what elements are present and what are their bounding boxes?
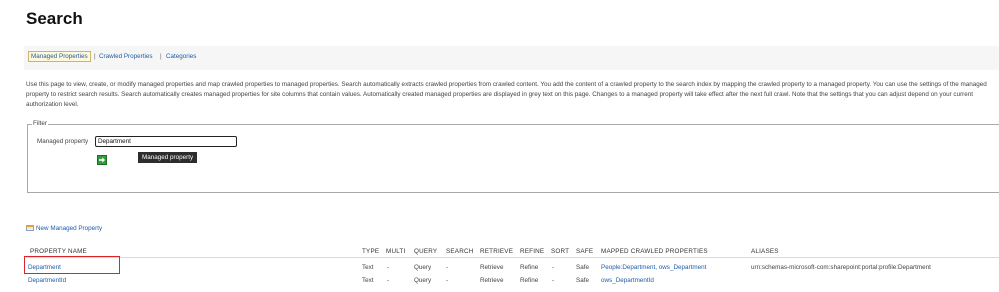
column-header-mapped-crawled-properties: MAPPED CRAWLED PROPERTIES (601, 248, 708, 255)
cell-refine: Refine (520, 264, 539, 271)
column-header-search: SEARCH (446, 248, 474, 255)
managed-property-tooltip: Managed property (138, 152, 198, 163)
tab-categories[interactable]: Categories (166, 53, 196, 60)
cell-type: Text (362, 264, 374, 271)
new-managed-property-label: New Managed Property (36, 225, 103, 232)
tab-separator: | (94, 53, 96, 60)
cell-sort: - (552, 277, 555, 284)
property-name-link[interactable]: DepartmentId (28, 277, 66, 284)
cell-query: Query (414, 264, 432, 271)
cell-multi: - (387, 277, 390, 284)
page-description: Use this page to view, create, or modify… (26, 81, 987, 108)
filter-legend: Filter (32, 120, 48, 127)
page-title: Search (26, 9, 83, 28)
cell-search: - (446, 277, 449, 284)
column-header-refine: REFINE (520, 248, 545, 255)
column-header-type: TYPE (362, 248, 380, 255)
cell-safe: Safe (576, 264, 589, 271)
tab-managed-properties[interactable]: Managed Properties (28, 51, 91, 62)
column-header-aliases: ALIASES (751, 248, 779, 255)
cell-safe: Safe (576, 277, 589, 284)
tab-separator: | (160, 53, 162, 60)
table-header-divider (26, 257, 999, 258)
cell-mapped-crawled-properties[interactable]: ows_DepartmentId (601, 277, 654, 284)
managed-property-input[interactable] (95, 136, 237, 147)
cell-retrieve: Retrieve (480, 264, 504, 271)
column-header-sort: SORT (551, 248, 570, 255)
property-name-link[interactable]: Department (28, 264, 61, 271)
cell-multi: - (387, 264, 390, 271)
cell-aliases: urn:schemas-microsoft-com:sharepoint:por… (751, 264, 931, 271)
column-header-multi: MULTI (386, 248, 406, 255)
tab-crawled-properties[interactable]: Crawled Properties (99, 53, 153, 60)
column-header-retrieve: RETRIEVE (480, 248, 514, 255)
column-header-query: QUERY (414, 248, 438, 255)
new-managed-property-link[interactable]: New Managed Property (26, 225, 102, 232)
cell-retrieve: Retrieve (480, 277, 504, 284)
new-item-icon (26, 225, 34, 231)
managed-property-label: Managed property (37, 138, 89, 145)
cell-search: - (446, 264, 449, 271)
column-header-safe: SAFE (576, 248, 594, 255)
arrow-right-icon (99, 157, 105, 163)
cell-mapped-crawled-properties[interactable]: People:Department, ows_Department (601, 264, 706, 271)
cell-sort: - (552, 264, 555, 271)
cell-query: Query (414, 277, 432, 284)
cell-refine: Refine (520, 277, 539, 284)
cell-type: Text (362, 277, 374, 284)
filter-go-button[interactable] (97, 155, 107, 165)
column-header-property-name: PROPERTY NAME (30, 248, 87, 255)
